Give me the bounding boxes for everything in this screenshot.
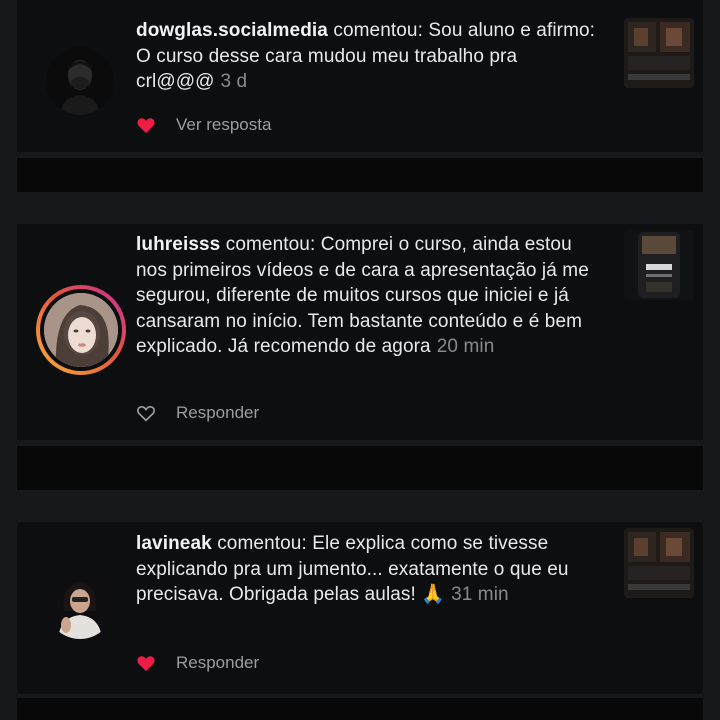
heart-outline-icon[interactable] [136, 404, 156, 422]
comment-text: lavineak comentou: Ele explica como se t… [136, 531, 606, 608]
post-thumbnail[interactable] [624, 528, 694, 598]
avatar[interactable] [46, 571, 114, 639]
comment-text: luhreisss comentou: Comprei o curso, ain… [136, 232, 606, 360]
comment-username[interactable]: dowglas.socialmedia [136, 20, 328, 41]
post-thumbnail[interactable] [624, 230, 694, 300]
notifications-screen: dowglas.socialmedia comentou: Sou aluno … [0, 0, 720, 720]
comment-username[interactable]: luhreisss [136, 234, 220, 255]
thumbnail-image [624, 230, 694, 300]
avatar-photo [46, 571, 114, 639]
card-divider [17, 698, 703, 720]
avatar-photo [44, 293, 118, 367]
avatar-photo [46, 47, 114, 115]
post-thumbnail[interactable] [624, 18, 694, 88]
reply-button[interactable]: Responder [136, 651, 259, 675]
comment-verb: comentou: [225, 234, 316, 255]
card-divider [17, 446, 703, 490]
view-reply-label: Ver resposta [176, 115, 272, 134]
comment-time: 3 d [220, 71, 248, 92]
view-reply-button[interactable]: Ver resposta [136, 113, 271, 137]
thumbnail-image [624, 528, 694, 598]
card-divider [17, 158, 703, 192]
avatar [44, 293, 118, 367]
comment-verb: comentou: [217, 533, 307, 554]
heart-filled-icon[interactable] [136, 116, 156, 134]
comment-verb: comentou: [333, 20, 423, 41]
comment-time: 20 min [436, 336, 495, 357]
avatar[interactable] [46, 47, 114, 115]
reply-button[interactable]: Responder [136, 401, 259, 425]
heart-filled-icon[interactable] [136, 654, 156, 672]
reply-label: Responder [176, 403, 260, 422]
comment-time: 31 min [451, 584, 509, 605]
thumbnail-image [624, 18, 694, 88]
comment-text: dowglas.socialmedia comentou: Sou aluno … [136, 18, 606, 95]
story-ring-avatar[interactable] [36, 285, 126, 375]
reply-label: Responder [176, 653, 260, 672]
comment-username[interactable]: lavineak [136, 533, 212, 554]
